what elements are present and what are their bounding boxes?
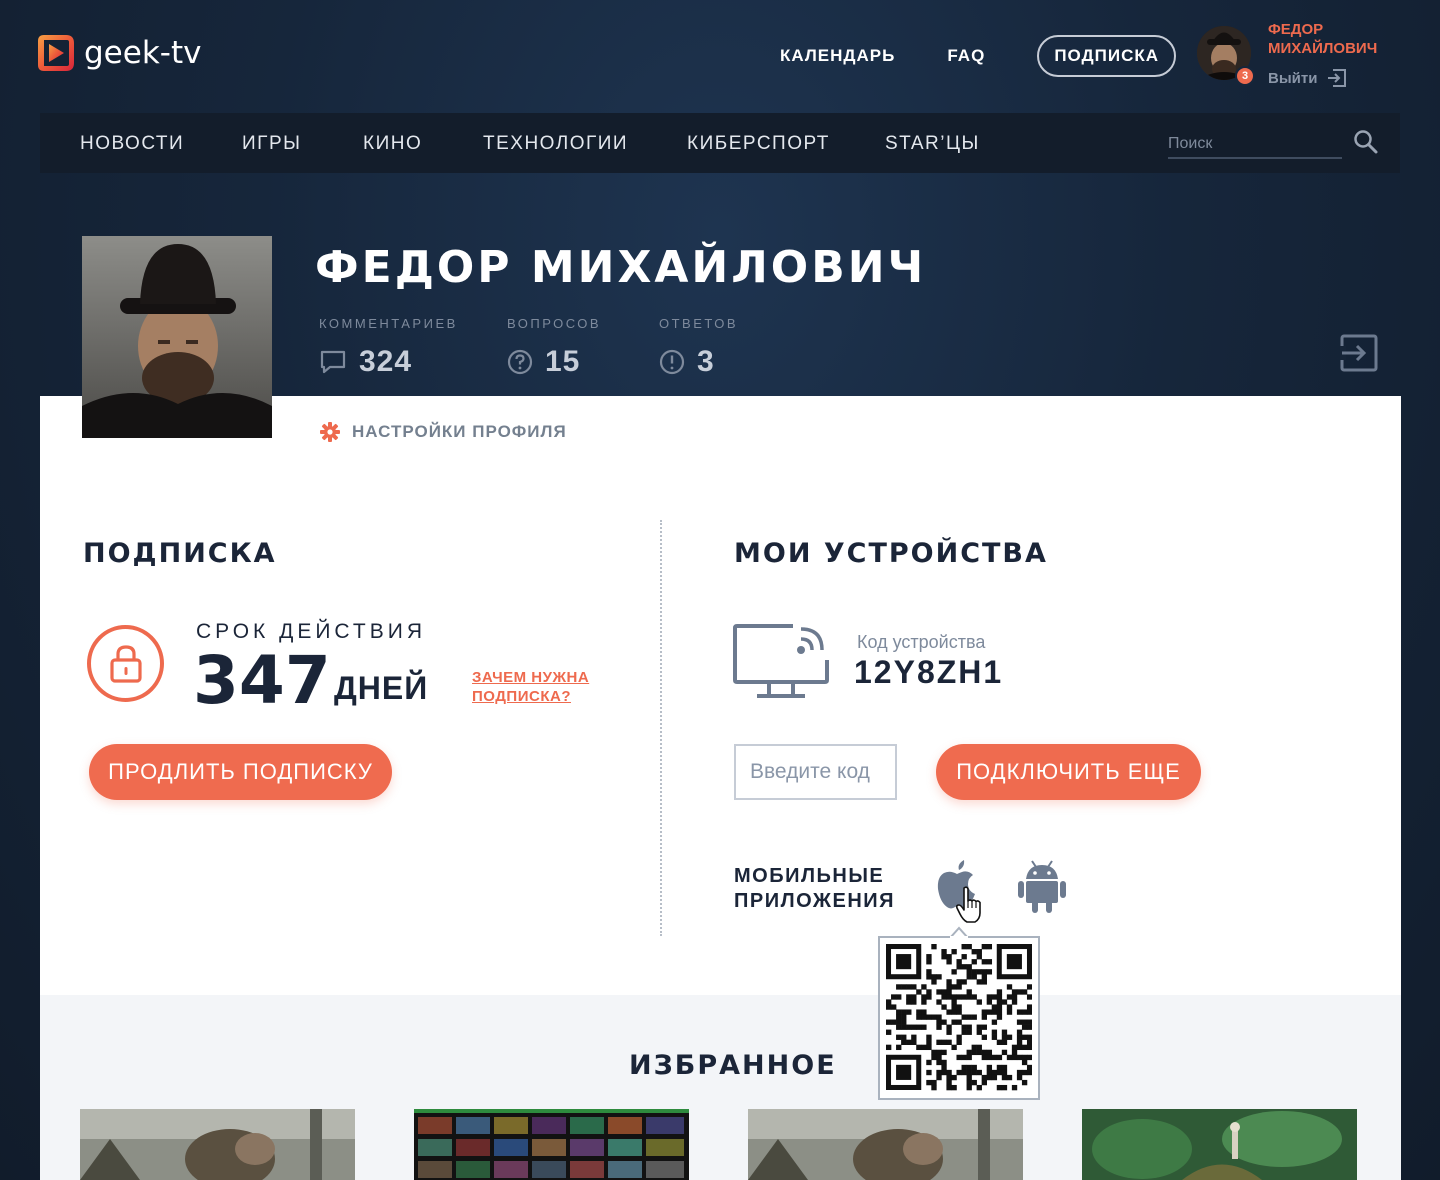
profile-photo — [82, 236, 272, 438]
logout-label: Выйти — [1268, 69, 1318, 87]
nav-item-news[interactable]: НОВОСТИ — [80, 133, 184, 155]
top-nav: КАЛЕНДАРЬ FAQ ПОДПИСКА — [780, 35, 1177, 77]
nav-item-esports[interactable]: КИБЕРСПОРТ — [687, 133, 830, 155]
hand-cursor-icon — [955, 886, 981, 923]
mobile-apps-label: МОБИЛЬНЫЕ ПРИЛОЖЕНИЯ — [734, 864, 895, 914]
smart-tv-icon — [733, 624, 829, 698]
device-code: 12Y8ZH1 — [854, 654, 1004, 690]
logo-text: geek-tv — [84, 35, 202, 71]
play-logo-icon — [38, 35, 74, 71]
lock-badge — [87, 625, 164, 702]
why-subscription-link[interactable]: ЗАЧЕМ НУЖНА ПОДПИСКА? — [472, 668, 589, 706]
nav-item-cinema[interactable]: КИНО — [363, 133, 422, 155]
subscription-title: ПОДПИСКА — [83, 538, 277, 569]
user-name[interactable]: ФЕДОР МИХАЙЛОВИЧ — [1268, 20, 1388, 58]
profile-settings-link[interactable]: НАСТРОЙКИ ПРОФИЛЯ — [320, 422, 567, 442]
comment-icon — [320, 350, 346, 374]
term-label: СРОК ДЕЙСТВИЯ — [196, 620, 426, 643]
favorite-thumbnail[interactable] — [414, 1109, 689, 1180]
lock-icon — [109, 644, 142, 683]
thumbnail-image — [748, 1109, 1023, 1180]
android-icon[interactable] — [1018, 860, 1066, 914]
device-code-label: Код устройства — [857, 632, 986, 652]
stat-questions: ВОПРОСОВ 15 — [507, 316, 601, 379]
search-icon[interactable] — [1353, 129, 1379, 155]
logout-icon — [1328, 69, 1347, 87]
popup-arrow — [950, 926, 968, 938]
subscription-button[interactable]: ПОДПИСКА — [1037, 35, 1177, 77]
stat-answers: ОТВЕТОВ 3 — [659, 316, 738, 379]
favorite-thumbnail[interactable] — [80, 1109, 355, 1180]
calendar-link[interactable]: КАЛЕНДАРЬ — [780, 46, 895, 66]
notification-badge[interactable]: 3 — [1235, 66, 1255, 86]
profile-name: ФЕДОР МИХАЙЛОВИЧ — [315, 242, 927, 293]
days-remaining: 347 — [193, 642, 331, 719]
exclamation-icon — [659, 349, 685, 375]
logout-link[interactable]: Выйти — [1268, 68, 1347, 88]
question-icon — [507, 349, 533, 375]
favorite-thumbnail[interactable] — [748, 1109, 1023, 1180]
search-input[interactable] — [1168, 131, 1342, 157]
days-unit: ДНЕЙ — [334, 670, 429, 706]
connect-device-button[interactable]: ПОДКЛЮЧИТЬ ЕЩЕ — [936, 744, 1201, 800]
stat-label: ВОПРОСОВ — [507, 316, 602, 331]
stat-comments: КОММЕНТАРИЕВ 324 — [319, 316, 458, 379]
section-divider — [660, 520, 662, 936]
stat-value: 15 — [545, 345, 581, 378]
exit-icon[interactable] — [1340, 334, 1378, 372]
faq-link[interactable]: FAQ — [947, 46, 985, 66]
device-code-input[interactable] — [734, 744, 897, 800]
stat-label: КОММЕНТАРИЕВ — [319, 316, 458, 331]
search-field — [1168, 131, 1342, 159]
mobile-label-line: МОБИЛЬНЫЕ — [734, 865, 885, 887]
why-link-line: ПОДПИСКА? — [472, 688, 571, 705]
nav-item-stars[interactable]: STAR’ЦЫ — [885, 133, 980, 155]
favorites-title: ИЗБРАННОЕ — [629, 1050, 837, 1081]
logo[interactable]: geek-tv — [36, 33, 201, 73]
stat-label: ОТВЕТОВ — [659, 316, 739, 331]
thumbnail-image — [80, 1109, 355, 1180]
nav-item-tech[interactable]: ТЕХНОЛОГИИ — [483, 133, 628, 155]
gear-icon — [320, 422, 340, 442]
nav-item-games[interactable]: ИГРЫ — [242, 133, 301, 155]
favorite-thumbnail[interactable] — [1082, 1109, 1357, 1180]
stat-value: 324 — [359, 345, 413, 378]
thumbnail-image — [1082, 1109, 1357, 1180]
devices-title: МОИ УСТРОЙСТВА — [734, 538, 1048, 569]
why-link-line: ЗАЧЕМ НУЖНА — [472, 669, 590, 686]
main-nav: НОВОСТИ ИГРЫ КИНО ТЕХНОЛОГИИ КИБЕРСПОРТ … — [40, 113, 1400, 173]
qr-code-popup — [878, 936, 1040, 1100]
thumbnail-image — [414, 1109, 689, 1180]
qr-code — [886, 944, 1033, 1091]
stat-value: 3 — [697, 345, 715, 378]
mobile-label-line: ПРИЛОЖЕНИЯ — [734, 890, 896, 912]
profile-settings-label: НАСТРОЙКИ ПРОФИЛЯ — [352, 422, 567, 441]
extend-subscription-button[interactable]: ПРОДЛИТЬ ПОДПИСКУ — [89, 744, 392, 800]
profile-image — [82, 236, 272, 438]
